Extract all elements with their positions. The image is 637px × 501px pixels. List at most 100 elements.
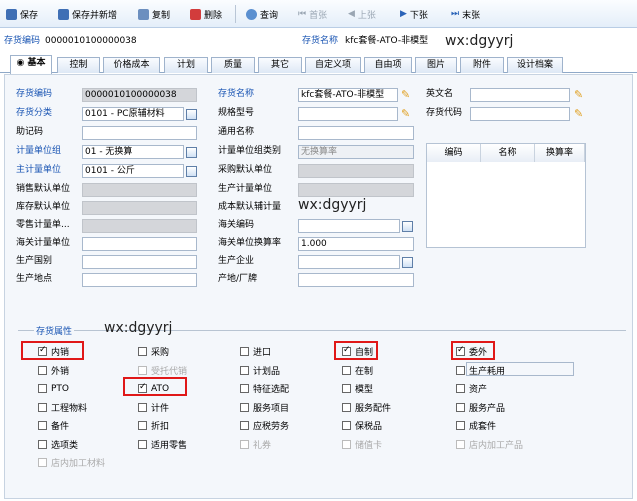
attribute-checkbox[interactable]: 应税劳务	[240, 419, 289, 432]
pencil-icon[interactable]: ✎	[401, 107, 410, 120]
tab-attachments[interactable]: 附件	[460, 57, 504, 73]
checkbox-icon[interactable]	[138, 421, 147, 430]
checkbox-icon[interactable]	[342, 384, 351, 393]
stock-uom-field[interactable]	[82, 201, 197, 215]
save-new-button[interactable]: 保存并新增	[58, 6, 117, 22]
origin-brand-field[interactable]	[298, 273, 414, 287]
attribute-checkbox[interactable]: 选项类	[38, 438, 78, 451]
customs-code-lookup-icon[interactable]	[402, 221, 413, 232]
attribute-checkbox[interactable]: 储值卡	[342, 438, 382, 451]
checkbox-icon[interactable]	[138, 347, 147, 356]
checkbox-icon[interactable]	[240, 439, 249, 449]
uom-conversion-grid[interactable]: 编码 名称 换算率	[426, 143, 586, 248]
common-name-field[interactable]	[298, 126, 414, 140]
uom-group-lookup-icon[interactable]	[186, 147, 197, 158]
tab-other[interactable]: 其它	[258, 57, 302, 73]
origin-place-field[interactable]	[82, 273, 197, 287]
attribute-checkbox[interactable]: 资产	[456, 382, 487, 395]
tab-design-archive[interactable]: 设计档案	[507, 57, 563, 73]
tab-basic[interactable]: ◉ 基本	[10, 55, 52, 74]
checkbox-icon[interactable]	[342, 439, 351, 449]
checkbox-icon[interactable]	[456, 384, 465, 393]
tab-quality[interactable]: 质量	[211, 57, 255, 73]
attribute-checkbox[interactable]: 店内加工产品	[456, 438, 523, 451]
attribute-checkbox[interactable]: 在制	[342, 364, 373, 377]
checkbox-icon[interactable]	[240, 421, 249, 430]
manufacturer-lookup-icon[interactable]	[402, 257, 413, 268]
attribute-checkbox[interactable]: 采购	[138, 345, 169, 358]
attribute-checkbox[interactable]: 模型	[342, 382, 373, 395]
checkbox-icon[interactable]	[342, 402, 351, 412]
attribute-checkbox[interactable]: 服务配件	[342, 401, 391, 414]
checkbox-icon[interactable]	[138, 439, 147, 449]
item-code-field[interactable]	[470, 107, 570, 121]
customs-uom-field[interactable]	[82, 237, 197, 251]
attribute-checkbox[interactable]: 计划品	[240, 364, 280, 377]
attribute-checkbox[interactable]: 受托代销	[138, 364, 187, 377]
save-button[interactable]: 保存	[6, 6, 38, 22]
checkbox-icon[interactable]	[138, 402, 147, 412]
pencil-icon[interactable]: ✎	[574, 88, 583, 101]
checkbox-icon[interactable]	[38, 439, 47, 449]
tab-control[interactable]: 控制	[57, 57, 100, 73]
copy-button[interactable]: 复制	[138, 6, 170, 22]
attribute-checkbox[interactable]: 特征选配	[240, 382, 289, 395]
tab-images[interactable]: 图片	[415, 57, 457, 73]
last-button[interactable]: ⏭ 末张	[451, 6, 480, 22]
attribute-checkbox[interactable]: 备件	[38, 419, 69, 432]
checkbox-icon[interactable]	[38, 402, 47, 412]
uom-group-type-select[interactable]: 无换算率	[298, 145, 414, 159]
checkbox-icon[interactable]	[240, 384, 249, 393]
checkbox-icon[interactable]	[342, 421, 351, 430]
manufacturer-field[interactable]	[298, 255, 400, 269]
customs-rate-field[interactable]: 1.000	[298, 237, 414, 251]
checkbox-icon[interactable]	[38, 365, 47, 375]
prev-button[interactable]: ◀ 上张	[348, 6, 376, 22]
checkbox-icon[interactable]	[456, 365, 465, 375]
attribute-checkbox[interactable]: 服务产品	[456, 401, 505, 414]
query-button[interactable]: 查询	[246, 6, 278, 22]
attribute-checkbox[interactable]: 礼券	[240, 438, 271, 451]
checkbox-icon[interactable]	[138, 365, 147, 375]
attribute-checkbox[interactable]: 计件	[138, 401, 169, 414]
retail-uom-field[interactable]	[82, 219, 197, 233]
tab-price-cost[interactable]: 价格成本	[103, 57, 160, 73]
attribute-checkbox[interactable]: 保税品	[342, 419, 382, 432]
purchase-uom-field[interactable]	[298, 164, 414, 178]
checkbox-icon[interactable]	[456, 421, 465, 430]
attribute-checkbox[interactable]: 成套件	[456, 419, 496, 432]
customs-code-field[interactable]	[298, 219, 400, 233]
category-lookup-icon[interactable]	[186, 109, 197, 120]
attribute-checkbox[interactable]: 折扣	[138, 419, 169, 432]
category-field[interactable]: 0101 - PC原辅材料	[82, 107, 184, 121]
checkbox-icon[interactable]	[456, 439, 465, 449]
tab-plan[interactable]: 计划	[164, 57, 208, 73]
checkbox-icon[interactable]	[38, 384, 47, 393]
attribute-checkbox[interactable]: 服务项目	[240, 401, 289, 414]
attribute-checkbox[interactable]: 进口	[240, 345, 271, 358]
pencil-icon[interactable]: ✎	[574, 107, 583, 120]
code-field[interactable]: 0000010100000038	[82, 88, 197, 102]
first-button[interactable]: ⏮ 首张	[298, 6, 327, 22]
spec-field[interactable]	[298, 107, 398, 121]
next-button[interactable]: ▶ 下张	[400, 6, 428, 22]
checkbox-icon[interactable]	[342, 365, 351, 375]
sales-uom-field[interactable]	[82, 183, 197, 197]
checkbox-icon[interactable]	[240, 402, 249, 412]
attribute-checkbox[interactable]: 适用零售	[138, 438, 187, 451]
mnemonic-field[interactable]	[82, 126, 197, 140]
checkbox-icon[interactable]	[456, 402, 465, 412]
attribute-checkbox[interactable]: 外销	[38, 364, 69, 377]
checkbox-icon[interactable]	[240, 365, 249, 375]
attribute-checkbox[interactable]: 工程物料	[38, 401, 87, 414]
delete-button[interactable]: 删除	[190, 6, 222, 22]
attribute-checkbox[interactable]: 店内加工材料	[38, 456, 105, 469]
origin-country-field[interactable]	[82, 255, 197, 269]
attribute-checkbox[interactable]: PTO	[38, 382, 69, 395]
uom-group-field[interactable]: 01 - 无换算	[82, 145, 184, 159]
checkbox-icon[interactable]	[38, 421, 47, 430]
production-uom-field[interactable]	[298, 183, 414, 197]
english-name-field[interactable]	[470, 88, 570, 102]
checkbox-icon[interactable]	[38, 458, 47, 467]
tab-custom-items[interactable]: 自定义项	[305, 57, 361, 73]
